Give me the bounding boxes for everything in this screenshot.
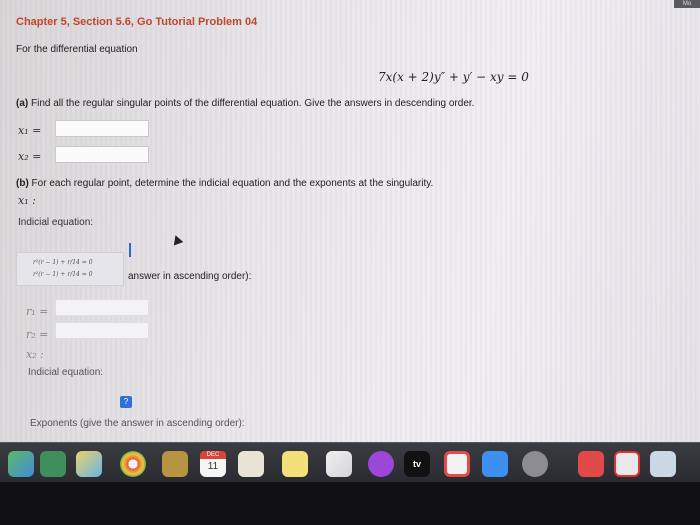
corner-badge: Mo [674,0,700,8]
r1-input[interactable] [55,299,149,316]
dropdown-option[interactable]: r²(r − 1) + r/14 = 0 [33,271,93,278]
r2-label: r₂ = [26,328,49,341]
differential-equation: 7x(x + 2)y″ + y′ − xy = 0 [378,70,529,84]
apple-tv-icon[interactable]: tv [404,451,430,477]
calendar-day: 11 [207,461,219,472]
calendar-icon[interactable]: DEC 11 [200,451,226,477]
part-a-prompt-text: Find all the regular singular points of … [28,98,475,109]
exponents-instruction: answer in ascending order): [128,271,252,282]
r1-label: r₁ = [26,305,49,318]
part-a-prompt: (a) Find all the regular singular points… [16,98,474,109]
macos-dock: DEC 11 tv [0,442,700,483]
text-cursor [129,243,131,257]
word-icon[interactable] [614,451,640,477]
part-b-x2-label: x₂ : [26,348,44,361]
page-title: Chapter 5, Section 5.6, Go Tutorial Prob… [16,16,258,28]
part-b-x1-label: x₁ : [18,194,36,207]
podcasts-icon[interactable] [368,451,394,477]
music-icon[interactable] [326,451,352,477]
contacts-icon[interactable] [238,451,264,477]
part-b-prompt: (b) For each regular point, determine th… [16,178,433,189]
stickies-icon[interactable] [162,451,188,477]
intro-text: For the differential equation [16,44,138,55]
news-icon[interactable] [444,451,470,477]
indicial-equation-label-2: Indicial equation: [28,367,104,378]
chrome-icon[interactable] [120,451,146,477]
dropdown-option[interactable]: r²(r − 1) + r/14 = 0 [33,259,93,266]
photos-icon[interactable] [76,451,102,477]
indicial-equation-label: Indicial equation: [18,217,94,228]
preview-icon[interactable] [650,451,676,477]
browser-screen: Mo Chapter 5, Section 5.6, Go Tutorial P… [0,0,700,442]
part-b-label: (b) [16,178,29,189]
x2-label: x₂ = [18,150,42,163]
app-store-icon[interactable] [482,451,508,477]
part-b-prompt-text: For each regular point, determine the in… [28,178,434,189]
exponents-label-2: Exponents (give the answer in ascending … [30,418,245,429]
mouse-pointer-icon [170,233,184,246]
help-button[interactable]: ? [120,396,132,408]
maps-icon[interactable] [8,451,34,477]
part-a-label: (a) [16,98,29,109]
r2-input[interactable] [55,322,149,339]
notes-icon[interactable] [282,451,308,477]
facetime-icon[interactable] [40,451,66,477]
x1-input[interactable] [55,120,149,137]
system-preferences-icon[interactable] [522,451,548,477]
screen-bezel [0,482,700,525]
mail-icon[interactable] [578,451,604,477]
x2-input[interactable] [55,146,149,163]
tv-label: tv [412,459,421,469]
indicial-equation-dropdown[interactable]: r²(r − 1) + r/14 = 0 r²(r − 1) + r/14 = … [16,243,131,286]
calendar-month: DEC [200,451,226,459]
x1-label: x₁ = [18,124,42,137]
